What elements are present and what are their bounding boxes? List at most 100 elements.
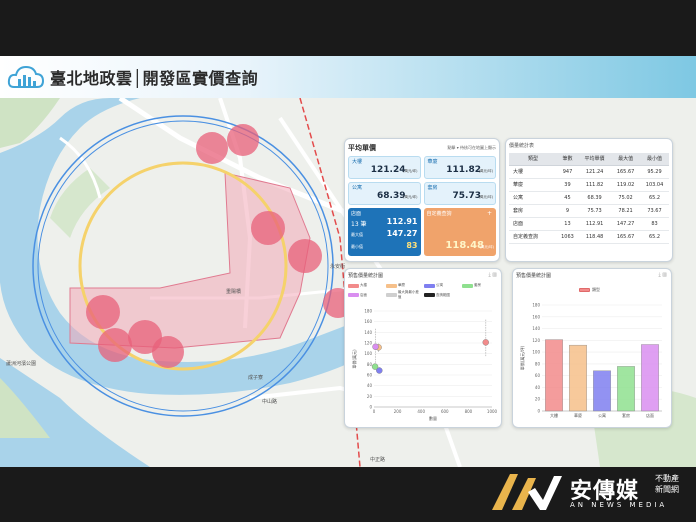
table-cell: 121.24: [578, 165, 612, 179]
table-row: 自定義查詢 1063 118.48 165.67 65.2: [509, 230, 669, 244]
table-cell: 73.67: [640, 204, 669, 218]
brand-english: AN NEWS MEDIA: [570, 501, 668, 509]
card-value: 121.24: [370, 165, 406, 175]
table-cell: 9: [556, 204, 579, 218]
table-row: 店面 13 112.91 147.27 83: [509, 217, 669, 231]
table-cell: 165.67: [611, 165, 641, 179]
y-tick-label: 60: [367, 373, 373, 378]
store-min-label: 最小值: [351, 244, 363, 249]
legend-swatch: [579, 288, 590, 292]
legend-item[interactable]: 公寓: [424, 283, 460, 288]
table-cell: 83: [640, 217, 669, 231]
table-cell: 套房: [509, 204, 557, 218]
column-header: 最大值: [611, 153, 641, 166]
table-cell: 大樓: [509, 165, 557, 179]
legend-swatch: [424, 293, 435, 297]
page-title: 臺北地政雲│開發區實價查詢: [50, 69, 259, 88]
legend-item[interactable]: 最大與最小差值: [386, 290, 422, 300]
panel-title: 平均單價: [348, 144, 376, 152]
x-tick-label: 800: [465, 409, 473, 414]
table-row: 華廈 39 111.82 119.02 103.04: [509, 178, 669, 192]
x-tick-label: 大樓: [550, 412, 558, 418]
column-header: 類型: [509, 153, 557, 166]
panel-title: 價量統計表: [509, 143, 535, 149]
table-cell: 1063: [556, 230, 579, 244]
bar-chart-icon[interactable]: ▥: [492, 272, 497, 278]
store-count: 13 筆: [351, 221, 367, 228]
table-cell: 68.39: [578, 191, 612, 205]
legend-swatch: [386, 283, 397, 288]
x-tick-label: 200: [394, 409, 402, 414]
y-tick-label: 100: [532, 350, 540, 355]
y-axis-label: 單價(萬元/坪): [519, 345, 525, 370]
legend-item[interactable]: 華廈: [386, 283, 422, 288]
store-average: 112.91: [386, 217, 418, 226]
legend-item[interactable]: 查詢範圍: [424, 290, 460, 300]
card-unit: (萬元/坪): [403, 169, 418, 173]
y-tick-label: 60: [535, 373, 541, 378]
bar-chart-icon[interactable]: ▥: [662, 272, 667, 278]
panel-hint: 點擊 ▾ 待核可在地圖上顯示: [447, 145, 496, 150]
map-label: 永安街: [330, 264, 346, 270]
card-label: 公寓: [352, 185, 363, 191]
table-cell: 75.02: [611, 191, 641, 205]
download-icon[interactable]: ⤓: [488, 272, 490, 278]
price-card-mansion[interactable]: 華廈 111.82 (萬元/坪): [423, 156, 496, 179]
legend-label: 店面: [360, 292, 367, 297]
y-tick-label: 180: [532, 303, 540, 308]
price-card-suite[interactable]: 套房 75.73 (萬元/坪): [423, 182, 496, 205]
x-tick-label: 600: [441, 409, 449, 414]
table-row: 套房 9 75.73 78.21 73.67: [509, 204, 669, 218]
card-unit: (萬元/坪): [478, 195, 493, 199]
legend-item[interactable]: 套房: [462, 283, 498, 288]
legend-label: 套房: [474, 283, 481, 287]
table-cell: 165.67: [611, 230, 641, 244]
chart-title: 預售價量統計圖: [516, 273, 552, 279]
price-card-apartment[interactable]: 公寓 68.39 (萬元/坪): [348, 182, 421, 205]
legend-label: 查詢範圍: [436, 292, 450, 297]
legend-item[interactable]: 店面: [348, 290, 384, 300]
y-tick-label: 140: [532, 326, 540, 331]
legend-label: 華廈: [398, 283, 405, 287]
table-cell: 13: [556, 217, 579, 231]
table-cell: 112.91: [578, 217, 612, 231]
y-tick-label: 120: [532, 338, 540, 343]
x-axis-label: 數量: [429, 415, 437, 421]
store-min: 83: [406, 241, 418, 250]
legend-swatch: [348, 283, 359, 288]
bar: [617, 366, 635, 412]
table-cell: 65.2: [640, 230, 669, 244]
data-point: [482, 339, 489, 346]
x-tick-label: 400: [417, 409, 425, 414]
brand-watermark: 安傳媒 不動產 新聞網 AN NEWS MEDIA: [488, 470, 688, 514]
legend-item[interactable]: 大樓: [348, 283, 384, 288]
map-label: 中山路: [262, 399, 278, 405]
chart-title: 預售價量統計圖: [348, 273, 384, 279]
legend-label: 公寓: [436, 283, 443, 287]
price-card-store[interactable]: 店面 13 筆 112.91 最大值 147.27 最小值 83: [348, 208, 421, 256]
download-icon[interactable]: ⤓: [658, 272, 660, 278]
y-tick-label: 100: [364, 351, 372, 356]
table-cell: 45: [556, 191, 579, 205]
table-cell: 78.21: [611, 204, 641, 218]
table-cell: 147.27: [611, 217, 641, 231]
y-tick-label: 80: [367, 362, 373, 367]
average-price-panel: 平均單價 點擊 ▾ 待核可在地圖上顯示 大樓 121.24 (萬元/坪) 華廈 …: [344, 138, 500, 262]
table-row: 公寓 45 68.39 75.02 65.2: [509, 191, 669, 205]
app-header: 臺北地政雲│開發區實價查詢: [0, 56, 696, 98]
data-point: [371, 363, 379, 370]
map-label: 蘆洲河濱公園: [6, 361, 37, 367]
custom-query-card[interactable]: 自定義查詢 + 118.48 (萬元/坪): [423, 208, 496, 256]
y-tick-label: 140: [364, 330, 372, 335]
legend-swatch: [348, 293, 359, 297]
y-tick-label: 160: [364, 319, 372, 324]
chart-legend: 大樓 華廈 公寓 套房店面 最大與最小差值 查詢範圍: [348, 283, 498, 300]
table-cell: 111.82: [578, 178, 612, 192]
legend-swatch: [462, 283, 473, 288]
legend-label: 最大與最小差值: [397, 290, 419, 299]
price-card-building[interactable]: 大樓 121.24 (萬元/坪): [348, 156, 421, 179]
card-unit: (萬元/坪): [403, 195, 418, 199]
brand-tagline: 不動產 新聞網: [650, 473, 684, 497]
add-icon[interactable]: +: [487, 210, 492, 217]
card-value: 111.82: [446, 165, 481, 175]
